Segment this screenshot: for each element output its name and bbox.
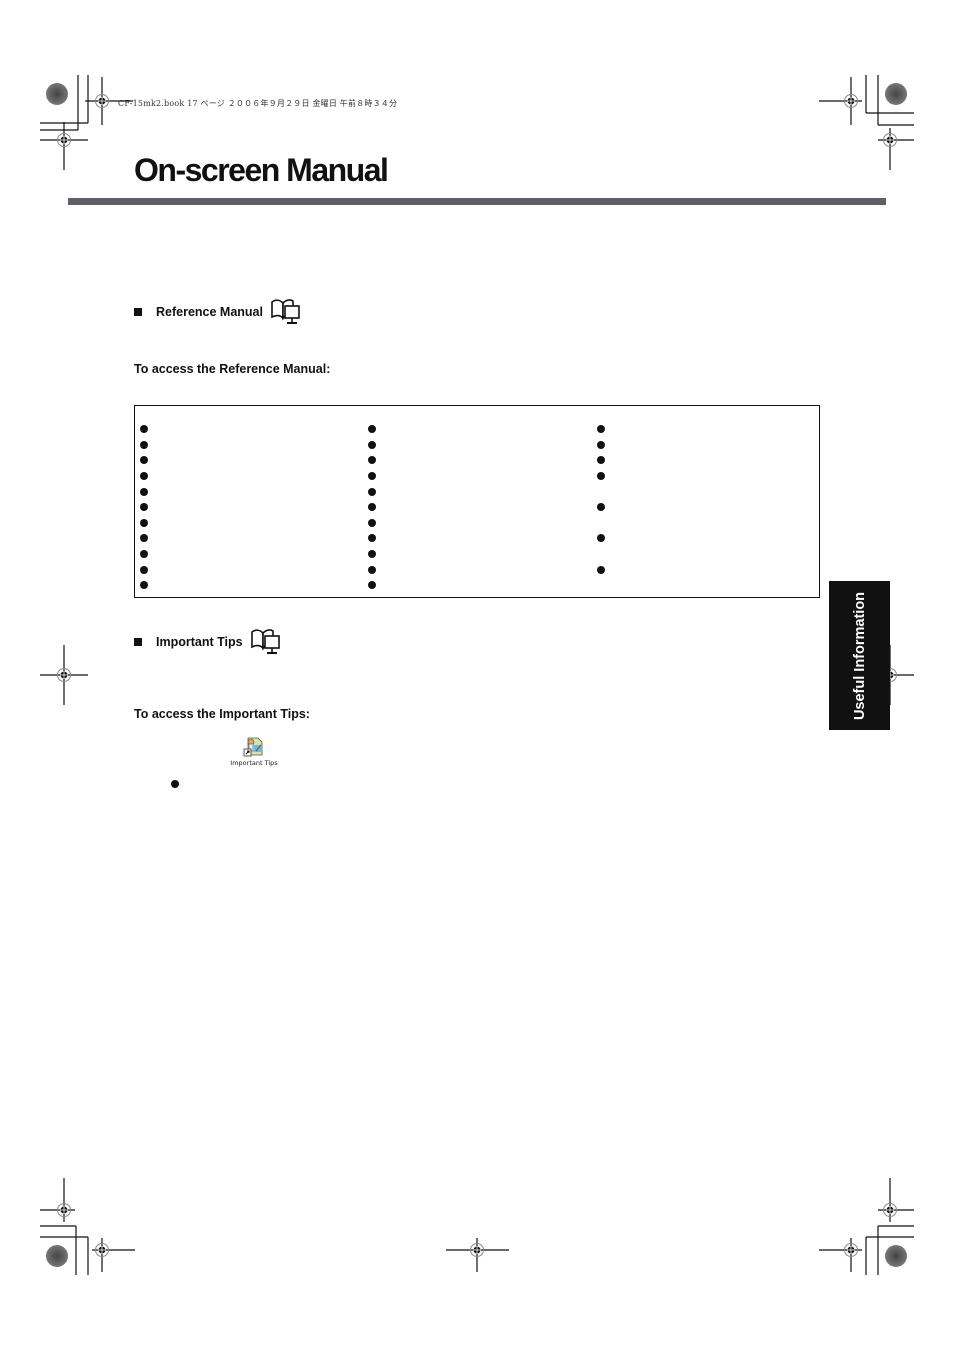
bullet-dot	[597, 472, 605, 480]
bullet-dot	[368, 503, 376, 511]
bullet-dot	[597, 534, 605, 542]
print-header-meta: CF-15mk2.book 17 ページ ２００６年９月２９日 金曜日 午前８時…	[118, 99, 398, 108]
square-bullet-icon	[134, 638, 142, 646]
bullet-dot	[597, 503, 605, 511]
bullet-dot	[368, 425, 376, 433]
bullet-dot	[140, 519, 148, 527]
side-tab-label: Useful Information	[851, 591, 868, 720]
bullet-dot	[597, 441, 605, 449]
square-bullet-icon	[134, 308, 142, 316]
bullet-dot	[140, 472, 148, 480]
reference-manual-heading-text: Reference Manual	[156, 305, 263, 319]
bullet-dot	[368, 472, 376, 480]
bullet-dot	[597, 425, 605, 433]
bullet-dot	[140, 425, 148, 433]
reference-manual-heading: Reference Manual	[134, 298, 301, 326]
reference-manual-access-heading: To access the Reference Manual:	[134, 362, 331, 376]
bullet-dot	[368, 534, 376, 542]
bullet-dot	[368, 441, 376, 449]
important-tips-heading: Important Tips	[134, 628, 281, 656]
bullet-dot	[140, 441, 148, 449]
bullet-dot	[368, 550, 376, 558]
bullet-dot	[140, 566, 148, 574]
important-tips-heading-text: Important Tips	[156, 635, 243, 649]
bullet-dot	[368, 519, 376, 527]
book-monitor-icon	[250, 629, 280, 654]
bullet-dot	[597, 456, 605, 464]
important-tips-access-heading: To access the Important Tips:	[134, 707, 310, 721]
bullet-dot	[140, 550, 148, 558]
bullet-dot	[140, 534, 148, 542]
book-monitor-icon	[271, 299, 300, 324]
bullet-dot	[171, 780, 179, 788]
bullet-dot	[368, 566, 376, 574]
important-tips-desktop-icon-label[interactable]: Important Tips	[226, 759, 282, 767]
bullet-dot	[140, 581, 148, 589]
bullet-dot	[140, 488, 148, 496]
bullet-dot	[368, 488, 376, 496]
important-tips-desktop-icon[interactable]	[243, 736, 265, 758]
bullet-dot	[597, 566, 605, 574]
side-tab-useful-information: Useful Information	[829, 581, 890, 730]
bullet-dot	[368, 456, 376, 464]
reference-manual-contents-box	[134, 405, 820, 598]
bullet-dot	[140, 503, 148, 511]
bullet-dot	[140, 456, 148, 464]
title-rule	[68, 198, 886, 205]
page-title: On-screen Manual	[134, 152, 389, 188]
bullet-dot	[368, 581, 376, 589]
